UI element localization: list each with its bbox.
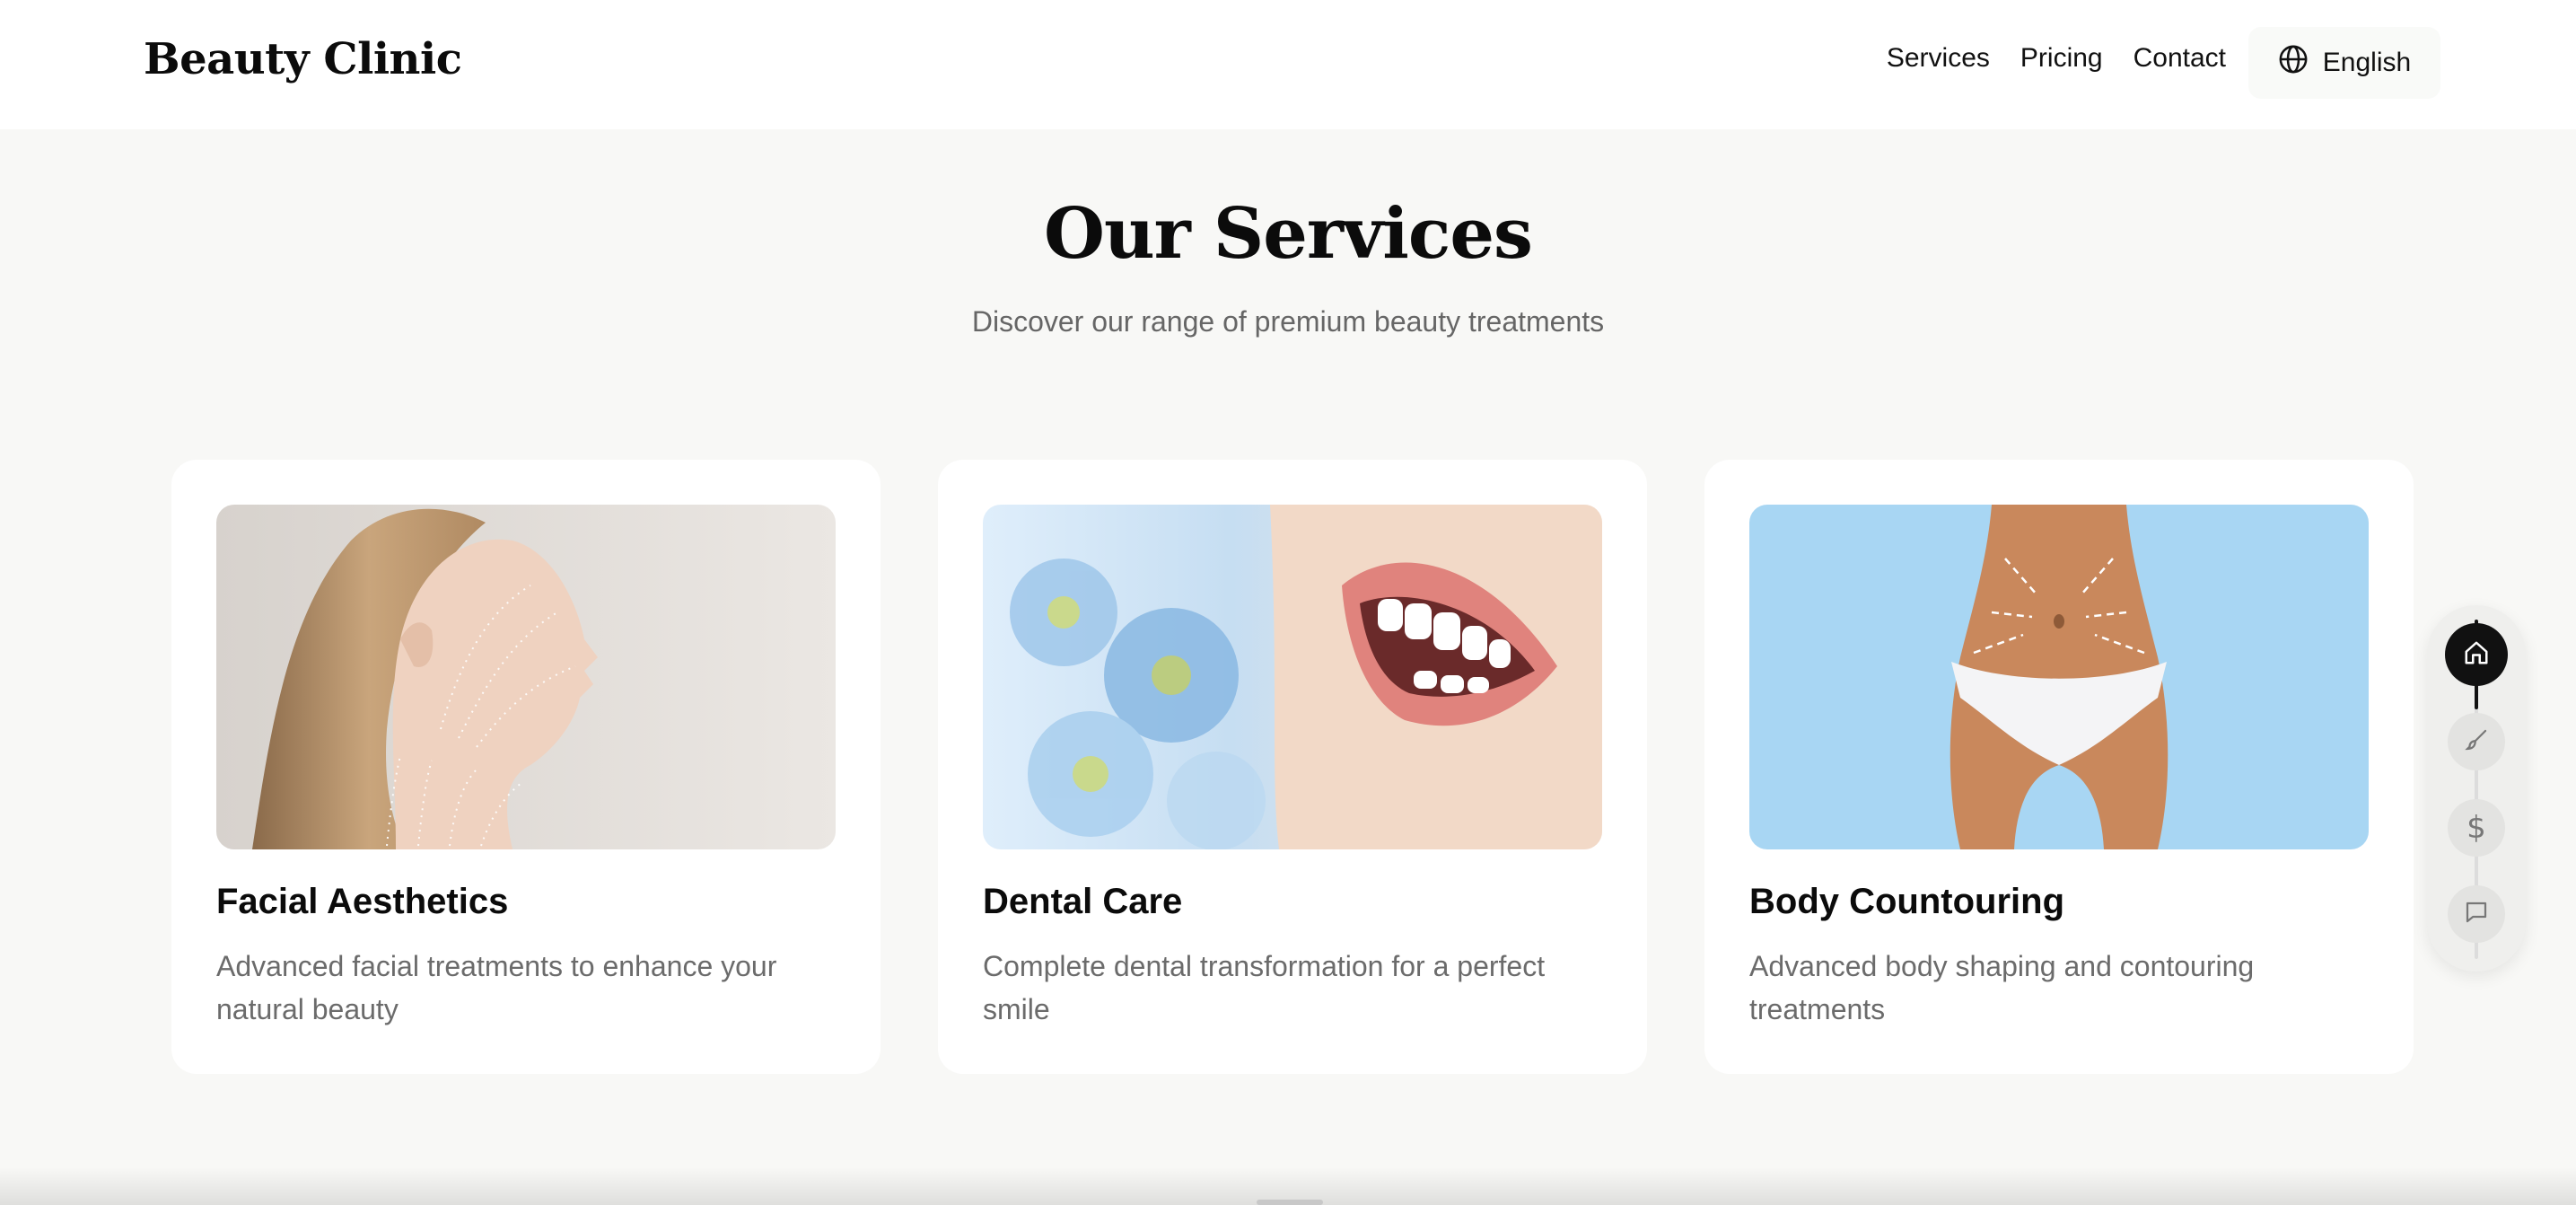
chat-icon	[2463, 899, 2490, 930]
main-nav: Services Pricing Contact	[1887, 43, 2226, 74]
bottom-handle[interactable]	[1257, 1200, 1323, 1205]
nav-link-services[interactable]: Services	[1887, 43, 1990, 74]
card-description: Advanced facial treatments to enhance yo…	[216, 950, 777, 1025]
floating-side-nav: $	[2427, 605, 2526, 972]
card-description: Complete dental transformation for a per…	[983, 950, 1546, 1025]
card-title: Body Countouring	[1749, 882, 2065, 921]
service-card-facial[interactable]: Facial Aesthetics Advanced facial treatm…	[171, 460, 881, 1074]
site-logo[interactable]: Beauty Clinic	[144, 34, 462, 84]
site-header: Beauty Clinic Services Pricing Contact E…	[0, 0, 2576, 129]
side-nav-contact-button[interactable]	[2448, 885, 2505, 943]
home-icon	[2463, 639, 2490, 671]
language-label: English	[2322, 48, 2412, 77]
service-card-dental[interactable]: Dental Care Complete dental transformati…	[938, 460, 1647, 1074]
card-description: Advanced body shaping and contouring tre…	[1749, 950, 2255, 1025]
service-card-body[interactable]: Body Countouring Advanced body shaping a…	[1704, 460, 2414, 1074]
card-title: Facial Aesthetics	[216, 882, 509, 921]
side-nav-services-button[interactable]	[2448, 713, 2505, 770]
nav-link-pricing[interactable]: Pricing	[2020, 43, 2103, 74]
card-title: Dental Care	[983, 882, 1183, 921]
globe-icon	[2278, 44, 2309, 82]
side-nav-home-button[interactable]	[2445, 623, 2508, 686]
section-title: Our Services	[1044, 193, 1533, 275]
facial-aesthetics-image	[216, 505, 836, 849]
language-selector[interactable]: English	[2248, 27, 2440, 99]
dollar-icon: $	[2466, 810, 2486, 846]
section-subtitle: Discover our range of premium beauty tre…	[971, 305, 1605, 338]
dental-care-image	[983, 505, 1602, 849]
nav-link-contact[interactable]: Contact	[2134, 43, 2226, 74]
body-contouring-image	[1749, 505, 2369, 849]
side-nav-pricing-button[interactable]: $	[2448, 799, 2505, 857]
brush-icon	[2463, 726, 2490, 758]
